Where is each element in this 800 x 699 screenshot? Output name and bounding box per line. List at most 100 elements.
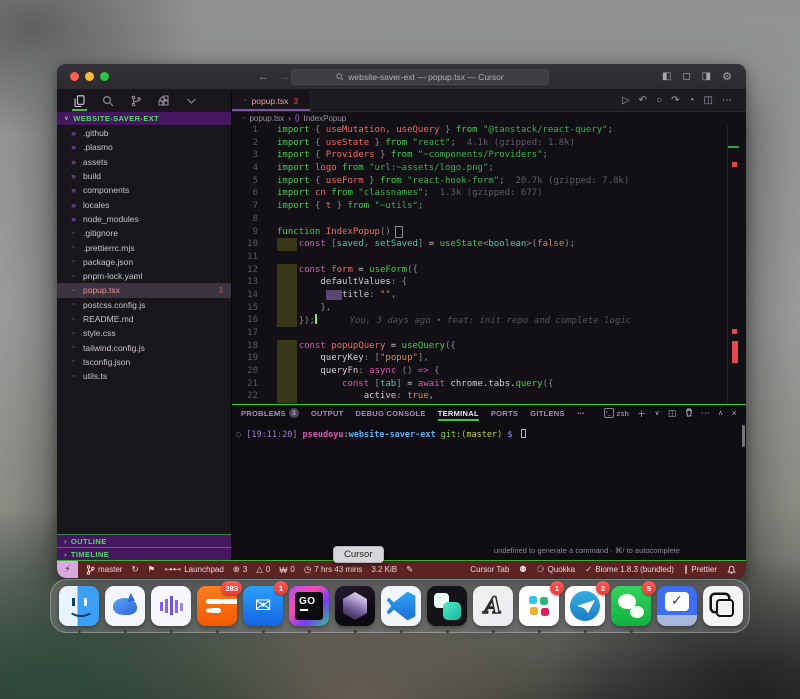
status-item-master[interactable]: master: [86, 565, 122, 575]
dock-item-bars[interactable]: [151, 586, 191, 626]
panel-tab-problems[interactable]: PROBLEMS3: [241, 405, 299, 421]
status-item-0[interactable]: △0: [256, 564, 270, 575]
run-icon[interactable]: ▷: [622, 95, 630, 106]
dock-item-finder[interactable]: [59, 586, 99, 626]
file-tree-item-utils.ts[interactable]: ▫utils.ts: [57, 369, 231, 383]
status-item-[interactable]: ✎: [406, 564, 413, 575]
tab-popup-tsx[interactable]: ▫ popup.tsx 3: [232, 90, 311, 111]
terminal-scrollbar[interactable]: [742, 425, 745, 447]
timeline-section[interactable]: › TIMELINE: [57, 547, 231, 560]
file-tree-item-postcss.config.js[interactable]: ▫postcss.config.js: [57, 298, 231, 312]
file-tree-item-components[interactable]: »components: [57, 183, 231, 197]
panel-tab-ports[interactable]: PORTS: [491, 405, 518, 421]
code-line-4[interactable]: 4import logo from "url:~assets/logo.png"…: [232, 162, 746, 175]
split-terminal-icon[interactable]: ◫: [668, 408, 677, 419]
code-line-21[interactable]: 21 const [tab] = await chrome.tabs.query…: [232, 378, 746, 391]
status-item-[interactable]: ⚉: [519, 564, 527, 575]
status-item-biome-1-8-3-bundled[interactable]: ✓Biome 1.8.3 (bundled): [585, 564, 674, 575]
toggle-panel-icon[interactable]: ◻: [682, 71, 690, 82]
close-window-button[interactable]: [70, 72, 79, 81]
dock-item-things[interactable]: [657, 586, 697, 626]
shell-selector[interactable]: ›_ zsh: [604, 408, 630, 418]
code-line-8[interactable]: 8: [232, 213, 746, 226]
title-bar[interactable]: ← → website-saver-ext — popup.tsx — Curs…: [57, 64, 746, 90]
nav-forward-icon[interactable]: ↷: [671, 95, 679, 106]
code-line-13[interactable]: 13 defaultValues: {: [232, 276, 746, 289]
breadcrumb-file[interactable]: popup.tsx: [249, 114, 284, 123]
settings-gear-icon[interactable]: ⚙: [722, 70, 732, 83]
code-line-10[interactable]: 10 const [saved, setSaved] = useState<bo…: [232, 238, 746, 251]
dock-item-cursor[interactable]: [335, 586, 375, 626]
code-line-5[interactable]: 5import { useForm } from "react-hook-for…: [232, 175, 746, 188]
code-line-12[interactable]: 12 const form = useForm({: [232, 264, 746, 277]
file-tree-item-style.css[interactable]: ▫style.css: [57, 326, 231, 340]
panel-tab-⋯[interactable]: ⋯: [577, 405, 585, 421]
dock-item-fox[interactable]: [105, 586, 145, 626]
close-panel-icon[interactable]: ×: [731, 408, 737, 418]
file-tree-item-build[interactable]: »build: [57, 169, 231, 183]
code-area[interactable]: 1import { useMutation, useQuery } from "…: [232, 124, 746, 404]
file-tree-item-.prettierrc.mjs[interactable]: ▫.prettierrc.mjs: [57, 240, 231, 254]
panel-tab-debug-console[interactable]: DEBUG CONSOLE: [356, 405, 426, 421]
file-tree-item-.plasmo[interactable]: ».plasmo: [57, 140, 231, 154]
file-tree-item-package.json[interactable]: ▫package.json: [57, 255, 231, 269]
file-tree-item-tsconfig.json[interactable]: ▫tsconfig.json: [57, 355, 231, 369]
code-line-20[interactable]: 20 queryFn: async () => {: [232, 365, 746, 378]
extensions-icon[interactable]: [157, 94, 170, 109]
status-item-3[interactable]: ⊗3: [233, 564, 248, 575]
toggle-left-sidebar-icon[interactable]: ◧: [662, 71, 671, 82]
overview-ruler[interactable]: [727, 124, 741, 404]
kill-terminal-icon[interactable]: [685, 408, 693, 419]
code-line-17[interactable]: 17: [232, 327, 746, 340]
dock-item-rss[interactable]: 283: [197, 586, 237, 626]
dock-item-goland[interactable]: GO: [289, 586, 329, 626]
dock-item-wechat[interactable]: 5: [611, 586, 651, 626]
panel-tab-terminal[interactable]: TERMINAL: [438, 405, 479, 421]
status-item-7-hrs-43-mins[interactable]: ◷7 hrs 43 mins: [304, 564, 362, 575]
panel-tab-output[interactable]: OUTPUT: [311, 405, 344, 421]
chevron-down-icon[interactable]: [185, 94, 198, 109]
code-line-15[interactable]: 15 },: [232, 302, 746, 315]
explorer-icon[interactable]: [73, 94, 86, 109]
command-center-search[interactable]: website-saver-ext — popup.tsx — Cursor: [291, 69, 549, 85]
file-tree-item-.github[interactable]: ».github: [57, 126, 231, 140]
status-item-[interactable]: ⚑: [148, 564, 156, 575]
file-tree-item-pnpm-lock.yaml[interactable]: ▫pnpm-lock.yaml: [57, 269, 231, 283]
run-timer-icon[interactable]: ◔: [689, 95, 695, 106]
file-tree-item-popup.tsx[interactable]: ▫popup.tsx3: [57, 283, 231, 297]
file-tree-item-.gitignore[interactable]: ▫.gitignore: [57, 226, 231, 240]
file-tree-item-assets[interactable]: »assets: [57, 155, 231, 169]
code-line-22[interactable]: 22 active: true,: [232, 390, 746, 403]
status-item-3-2-kib[interactable]: 3.2 KiB: [371, 565, 397, 574]
code-line-7[interactable]: 7import { t } from "~utils";: [232, 200, 746, 213]
code-line-3[interactable]: 3import { Providers } from "~components/…: [232, 149, 746, 162]
more-actions-icon[interactable]: ⋯: [722, 95, 732, 106]
dock-item-doodle[interactable]: [473, 586, 513, 626]
nav-back-icon[interactable]: ↶: [639, 95, 647, 106]
nav-back-icon[interactable]: ←: [258, 71, 269, 83]
breadcrumb[interactable]: ▫ popup.tsx › {} IndexPopup: [232, 112, 746, 124]
terminal-dropdown-icon[interactable]: ∨: [654, 409, 659, 417]
nav-dot-icon[interactable]: ○: [656, 95, 662, 106]
file-tree-item-node_modules[interactable]: »node_modules: [57, 212, 231, 226]
status-item-[interactable]: ↻: [131, 564, 138, 575]
dock-item-vscode[interactable]: [381, 586, 421, 626]
file-tree-item-README.md[interactable]: ▫README.md: [57, 312, 231, 326]
maximize-panel-icon[interactable]: ∧: [718, 409, 723, 417]
code-line-18[interactable]: 18 const popupQuery = useQuery({: [232, 340, 746, 353]
search-icon[interactable]: [101, 94, 114, 109]
status-item-cursor-tab[interactable]: Cursor Tab: [470, 565, 509, 574]
new-terminal-icon[interactable]: ＋: [637, 407, 646, 420]
code-line-9[interactable]: 9function IndexPopup() {: [232, 226, 746, 239]
status-item-quokka[interactable]: ⚆Quokka: [537, 564, 575, 575]
split-editor-icon[interactable]: ◫: [704, 95, 713, 106]
nav-forward-icon[interactable]: →: [279, 71, 290, 83]
file-tree-item-tailwind.config.js[interactable]: ▫tailwind.config.js: [57, 340, 231, 354]
breadcrumb-symbol[interactable]: IndexPopup: [304, 114, 347, 123]
code-line-11[interactable]: 11: [232, 251, 746, 264]
status-item-launchpad[interactable]: ⊶⊷Launchpad: [164, 564, 224, 575]
code-line-1[interactable]: 1import { useMutation, useQuery } from "…: [232, 124, 746, 137]
dock-item-mail[interactable]: 1: [243, 586, 283, 626]
code-line-19[interactable]: 19 queryKey: ["popup"],: [232, 352, 746, 365]
more-panel-icon[interactable]: ⋯: [701, 408, 710, 419]
